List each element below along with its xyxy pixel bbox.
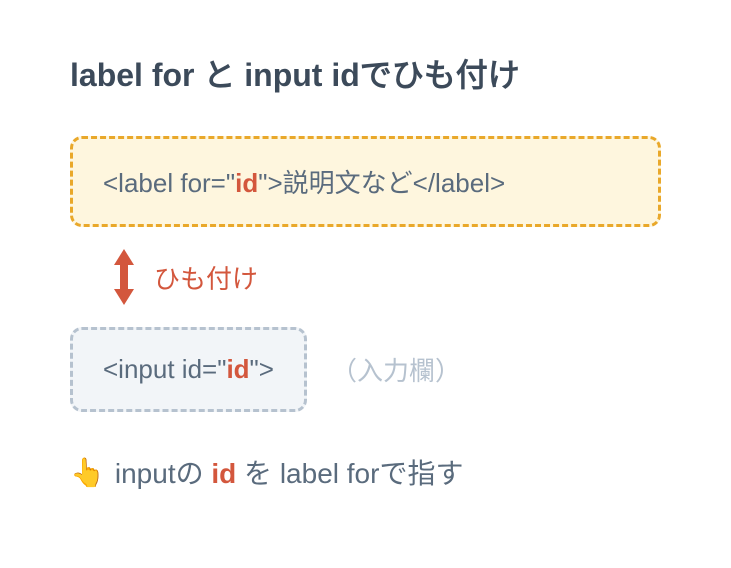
input-note: （入力欄） — [331, 351, 461, 388]
input-code-suffix: "> — [250, 354, 274, 384]
input-code-box: <input id="id"> — [70, 327, 307, 412]
label-code-suffix: ">説明文など</label> — [258, 168, 505, 198]
input-row: <input id="id"> （入力欄） — [70, 327, 661, 412]
input-code-id: id — [226, 354, 249, 384]
input-code-prefix: <input id=" — [103, 354, 226, 384]
footer-note: 👆 inputの id を label forで指す — [70, 452, 661, 492]
label-code-id: id — [235, 168, 258, 198]
label-code-box: <label for="id">説明文など</label> — [70, 136, 661, 227]
footer-text: inputの id を label forで指す — [115, 452, 464, 492]
connector-label: ひも付け — [154, 259, 258, 296]
connector-row: ひも付け — [110, 245, 661, 309]
footer-part1: inputの — [115, 458, 212, 489]
double-arrow-icon — [110, 245, 138, 309]
label-code-prefix: <label for=" — [103, 168, 235, 198]
footer-part2: を label forで指す — [236, 458, 463, 489]
pointing-up-icon: 👆 — [70, 456, 105, 489]
diagram-title: label for と input idでひも付け — [70, 50, 661, 96]
footer-id: id — [211, 458, 236, 489]
